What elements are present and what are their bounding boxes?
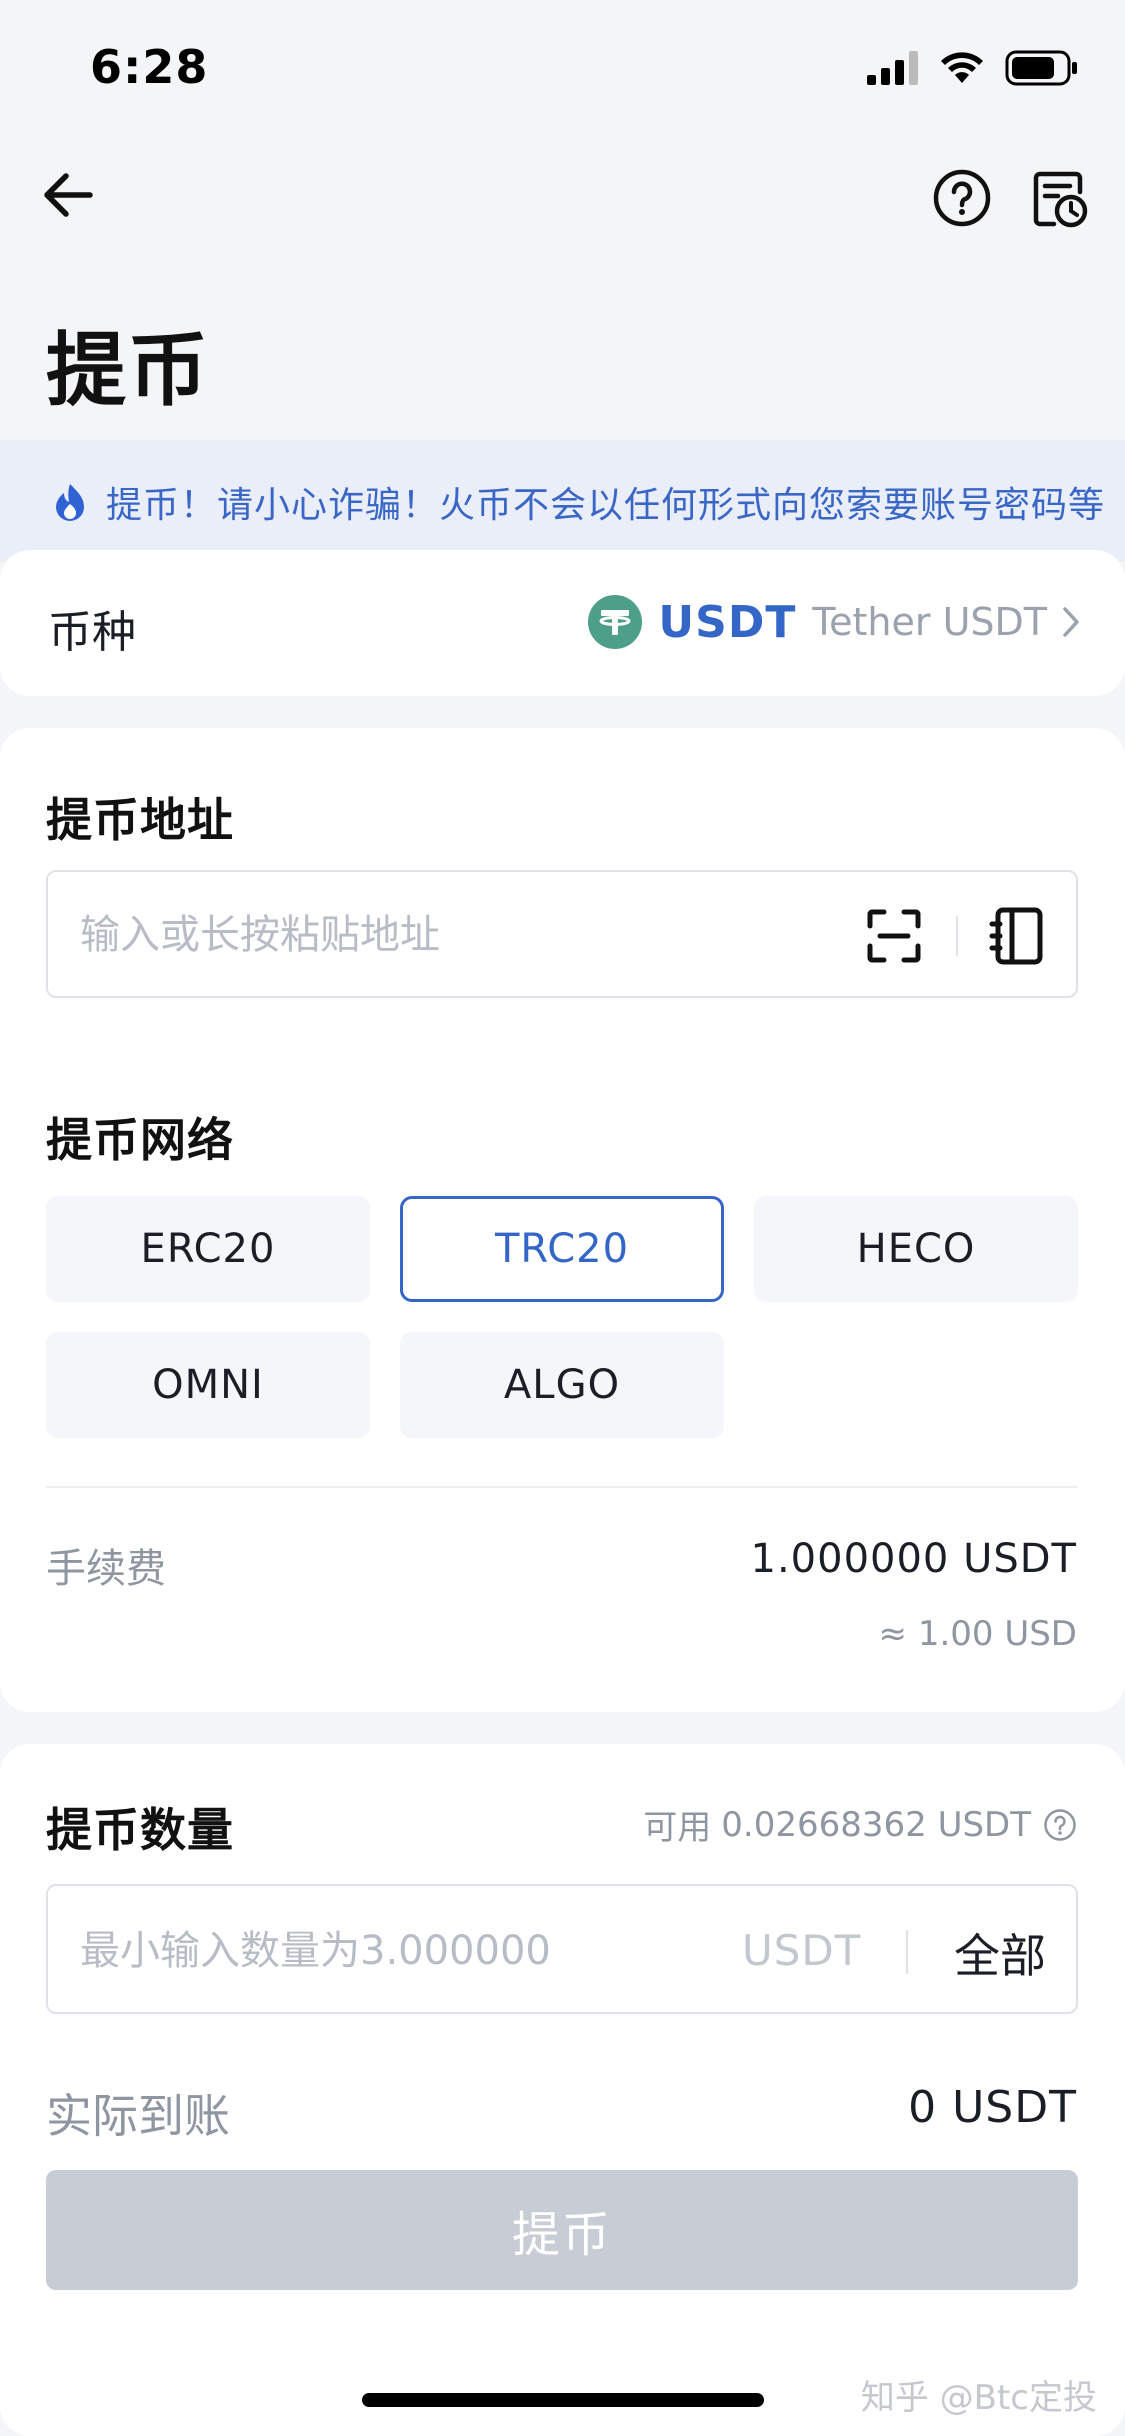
- address-book-button[interactable]: [988, 904, 1050, 968]
- coin-selector[interactable]: 币种 USDT Tether USDT: [0, 550, 1125, 696]
- record-icon: [1033, 171, 1088, 228]
- available-label: 可用: [643, 1808, 712, 1848]
- flame-icon: [56, 484, 84, 521]
- back-arrow-icon: [44, 173, 93, 217]
- network-title: 提币网络: [46, 1113, 234, 1167]
- amount-unit: USDT: [742, 1926, 862, 1975]
- back-button[interactable]: [38, 165, 98, 225]
- home-indicator: [362, 2393, 764, 2407]
- wifi-icon: [941, 52, 983, 83]
- fraud-notice-banner[interactable]: 提币！请小心诈骗！火币不会以任何形式向您索要账号密码等: [0, 440, 1125, 562]
- fee-label: 手续费: [46, 1546, 166, 1592]
- question-circle-icon[interactable]: [1043, 1808, 1077, 1842]
- amount-input[interactable]: [78, 1910, 722, 1992]
- address-input-box[interactable]: [46, 870, 1078, 998]
- network-option-trc20[interactable]: TRC20: [400, 1196, 724, 1302]
- withdraw-submit-button[interactable]: 提币: [46, 2170, 1078, 2290]
- status-icons: [867, 48, 1079, 88]
- network-option-erc20[interactable]: ERC20: [46, 1196, 370, 1302]
- network-option-omni[interactable]: OMNI: [46, 1332, 370, 1438]
- input-divider: [956, 916, 958, 956]
- signal-icon: [867, 51, 918, 85]
- fee-value: 1.000000 USDT: [750, 1536, 1077, 1582]
- available-balance: 可用 0.02668362 USDT: [643, 1800, 1077, 1849]
- scan-button[interactable]: [864, 906, 924, 966]
- coin-symbol: USDT: [658, 596, 797, 648]
- watermark: 知乎 @Btc定投: [860, 2378, 1097, 2418]
- available-value: 0.02668362 USDT: [721, 1804, 1031, 1845]
- tether-logo-icon: [588, 595, 643, 649]
- divider: [46, 1486, 1078, 1488]
- notice-text: 提币！请小心诈骗！火币不会以任何形式向您索要账号密码等: [106, 485, 1106, 526]
- actual-received-value: 0 USDT: [908, 2082, 1077, 2133]
- amount-title: 提币数量: [46, 1803, 234, 1857]
- all-button[interactable]: 全部: [954, 1920, 1046, 1986]
- battery-icon: [1005, 50, 1077, 86]
- network-option-heco[interactable]: HECO: [754, 1196, 1078, 1302]
- coin-name: Tether USDT: [812, 600, 1047, 644]
- network-option-algo[interactable]: ALGO: [400, 1332, 724, 1438]
- coin-value[interactable]: USDT Tether USDT: [588, 590, 1081, 654]
- question-circle-icon: [933, 169, 991, 227]
- scan-icon: [867, 909, 921, 963]
- input-divider: [906, 1930, 908, 1974]
- chevron-right-icon: [1063, 607, 1079, 637]
- status-time: 6:28: [90, 40, 209, 94]
- amount-input-box[interactable]: USDT 全部: [46, 1884, 1078, 2014]
- address-title: 提币地址: [46, 793, 234, 847]
- address-input[interactable]: [78, 894, 882, 976]
- withdraw-record-button[interactable]: [1030, 168, 1092, 230]
- address-book-icon: [989, 907, 1043, 965]
- actual-received-label: 实际到账: [46, 2089, 230, 2143]
- fee-usd-value: ≈ 1.00 USD: [878, 1614, 1077, 1654]
- help-button[interactable]: [932, 168, 992, 228]
- coin-label: 币种: [48, 607, 136, 658]
- withdraw-form-card: 提币地址 提币网络 ERC20 TRC20 HECO OMNI ALGO 手续费…: [0, 728, 1125, 1712]
- page-title: 提币: [46, 324, 210, 417]
